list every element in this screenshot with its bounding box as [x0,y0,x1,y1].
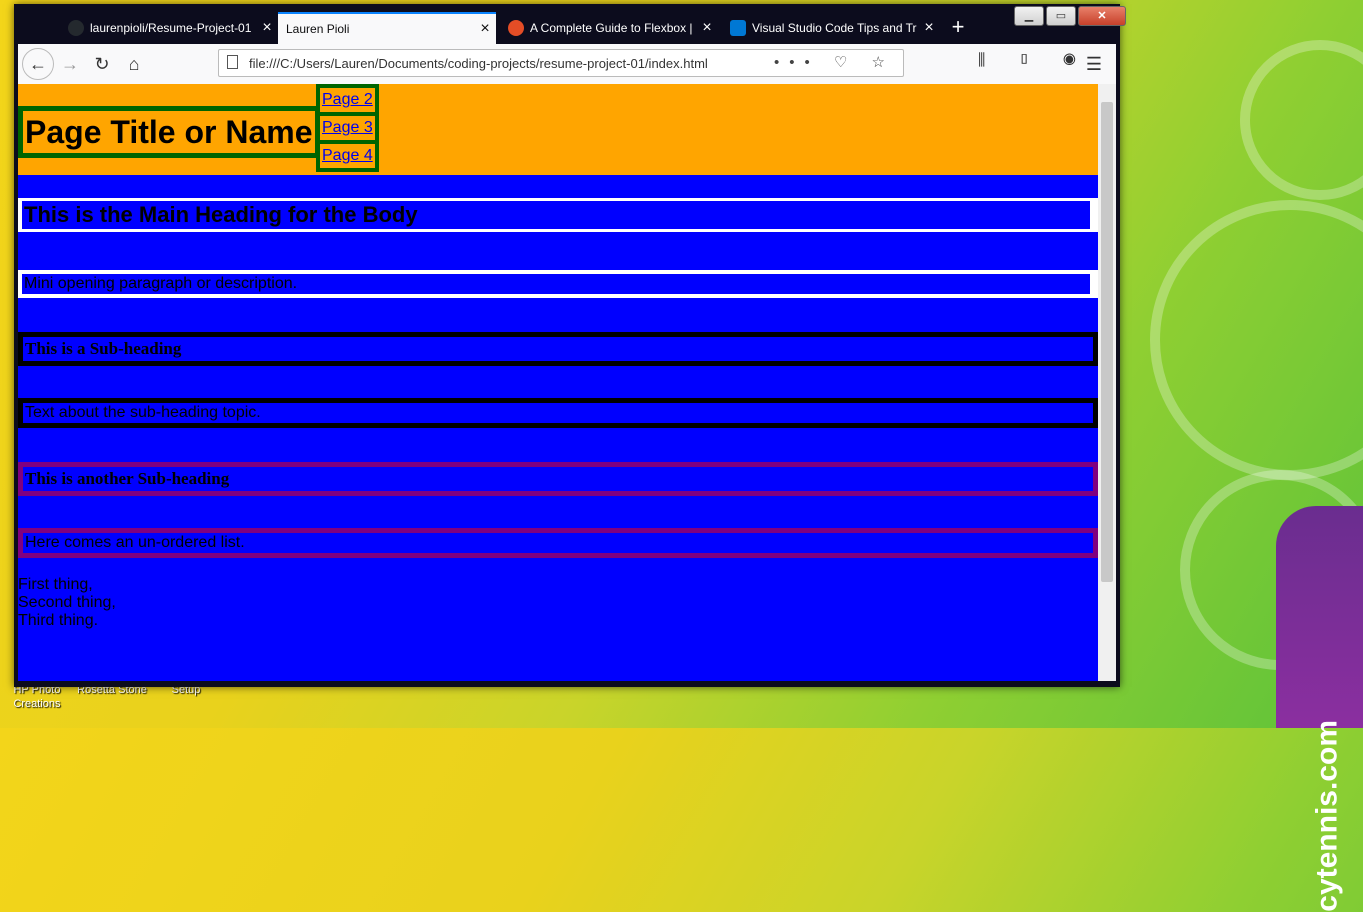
url-action-icons[interactable]: ••• ♡ ☆ [774,53,895,71]
menu-button[interactable]: ☰ [1080,50,1108,78]
close-icon[interactable]: × [918,19,940,37]
reload-button[interactable]: ↻ [88,50,116,78]
wallpaper-ring [1240,40,1363,200]
minimize-button[interactable]: ▁ [1014,6,1044,26]
close-icon[interactable]: × [474,20,496,38]
wallpaper-ring [1150,200,1363,480]
close-icon[interactable]: × [256,19,278,37]
toolbar-icons[interactable]: ⫼ ▯ ◉ [978,52,1090,70]
nav-link-page-4[interactable]: Page 4 [316,140,379,172]
github-icon [68,20,84,36]
list-item: Second thing, [18,594,116,611]
list-item: First thing, [18,576,93,593]
tab-flexbox-guide[interactable]: A Complete Guide to Flexbox | × [500,12,718,44]
desktop-icon-hp-photo[interactable]: HP Photo Creations [2,683,72,711]
main-heading: This is the Main Heading for the Body [22,201,1090,229]
tab-label: laurenpioli/Resume-Project-01 [90,21,252,35]
wallpaper-brand-panel: cytennis.com [1276,506,1363,912]
home-button[interactable]: ⌂ [120,50,148,78]
vscode-icon [730,20,746,36]
css-tricks-icon [508,20,524,36]
new-tab-button[interactable]: + [946,14,970,40]
sub-heading-2: This is another Sub-heading [18,462,1098,496]
sub-heading-1-text: Text about the sub-heading topic. [18,398,1098,428]
page-header: Page Title or Name Page 2 Page 3 Page 4 [18,84,1098,175]
close-icon[interactable]: × [696,19,718,37]
vertical-scrollbar[interactable] [1098,84,1116,681]
back-button[interactable]: ← [22,48,54,80]
scrollbar-thumb[interactable] [1101,102,1113,582]
wallpaper-brand-text: cytennis.com [1311,720,1344,912]
browser-window: laurenpioli/Resume-Project-01 × Lauren P… [14,4,1126,687]
page-title: Page Title or Name [18,106,320,158]
window-controls: ▁ ▭ ✕ [1012,6,1126,26]
tab-label: Lauren Pioli [286,22,350,36]
list-item: Third thing. [18,612,99,629]
navigation-toolbar: ← → ↻ ⌂ file:///C:/Users/Lauren/Document… [18,44,1116,85]
intro-paragraph: Mini opening paragraph or description. [22,274,1090,294]
sub-heading-1: This is a Sub-heading [18,332,1098,366]
page-viewport: Page Title or Name Page 2 Page 3 Page 4 … [18,84,1098,681]
page-icon [227,55,238,69]
sub-heading-2-text: Here comes an un-ordered list. [18,528,1098,558]
forward-button[interactable]: → [56,50,84,78]
tab-label: A Complete Guide to Flexbox | [530,21,693,35]
address-bar[interactable]: file:///C:/Users/Lauren/Documents/coding… [218,49,904,77]
tab-lauren-pioli[interactable]: Lauren Pioli × [278,12,496,44]
tab-bar: laurenpioli/Resume-Project-01 × Lauren P… [14,4,1126,44]
tab-vscode-tips[interactable]: Visual Studio Code Tips and Tr × [722,12,940,44]
tab-label: Visual Studio Code Tips and Tr [752,21,917,35]
close-window-button[interactable]: ✕ [1078,6,1126,26]
maximize-button[interactable]: ▭ [1046,6,1076,26]
url-text: file:///C:/Users/Lauren/Documents/coding… [249,55,708,71]
tab-github[interactable]: laurenpioli/Resume-Project-01 × [60,12,278,44]
